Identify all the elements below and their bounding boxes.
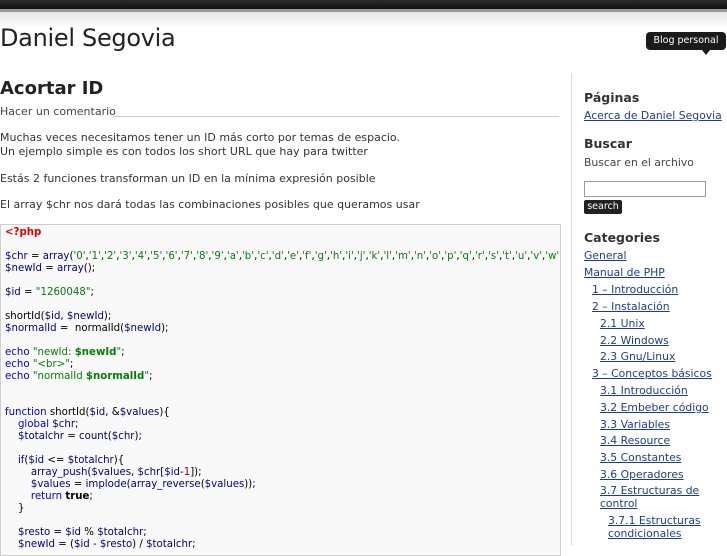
divider	[113, 116, 559, 117]
post-paragraph: Un ejemplo simple es con todos los short…	[0, 145, 368, 158]
sidebar: Páginas Acerca de Daniel Segovia Buscar …	[571, 73, 727, 545]
category-instalacion[interactable]: 2 – Instalación	[592, 300, 670, 313]
category-windows[interactable]: 2.2 Windows	[600, 334, 669, 347]
sidebar-heading-pages: Páginas	[584, 90, 640, 105]
category-resource[interactable]: 3.4 Resource	[600, 434, 670, 447]
category-operadores[interactable]: 3.6 Operadores	[600, 468, 684, 481]
sidebar-heading-search: Buscar	[584, 136, 632, 151]
category-variables[interactable]: 3.3 Variables	[600, 418, 670, 431]
category-estructuras-de-control-cont[interactable]: control	[600, 497, 637, 510]
category-estructuras-condicionales-cont[interactable]: condicionales	[608, 527, 682, 540]
tagline-badge: Blog personal	[646, 32, 726, 55]
category-unix[interactable]: 2.1 Unix	[600, 317, 645, 330]
php-code: <?php $chr = array('0','1','2','3','4','…	[5, 227, 560, 550]
code-block: <?php $chr = array('0','1','2','3','4','…	[0, 224, 561, 556]
category-estructuras-de-control[interactable]: 3.7 Estructuras de	[600, 484, 699, 497]
comment-row: Hacer un comentario	[0, 105, 559, 119]
category-constantes[interactable]: 3.5 Constantes	[600, 451, 681, 464]
category-introduccion[interactable]: 1 – Introducción	[592, 283, 678, 296]
post-paragraph: Muchas veces necesitamos tener un ID más…	[0, 131, 400, 144]
category-gnu-linux[interactable]: 2.3 Gnu/Linux	[600, 350, 675, 363]
category-estructuras-condicionales[interactable]: 3.7.1 Estructuras	[608, 514, 701, 527]
post-paragraph: El array $chr nos dará todas las combina…	[0, 198, 420, 211]
sidebar-heading-categories: Categories	[584, 230, 660, 245]
search-button[interactable]: search	[584, 200, 622, 214]
category-conceptos-basicos[interactable]: 3 – Conceptos básicos	[592, 367, 712, 380]
search-label: Buscar en el archivo	[584, 156, 694, 169]
sidebar-link-about[interactable]: Acerca de Daniel Segovia	[584, 109, 722, 122]
comment-link[interactable]: Hacer un comentario	[0, 105, 116, 118]
post-paragraph: Estás 2 funciones transforman un ID en l…	[0, 172, 376, 185]
site-title[interactable]: Daniel Segovia	[0, 24, 176, 52]
top-bar	[0, 0, 727, 9]
post-title[interactable]: Acortar ID	[0, 78, 103, 99]
category-introduccion-3-1[interactable]: 3.1 Introducción	[600, 384, 688, 397]
search-input[interactable]	[584, 181, 706, 197]
category-embeber-codigo[interactable]: 3.2 Embeber código	[600, 401, 709, 414]
category-general[interactable]: General	[584, 249, 627, 262]
category-manual-php[interactable]: Manual de PHP	[584, 266, 665, 279]
